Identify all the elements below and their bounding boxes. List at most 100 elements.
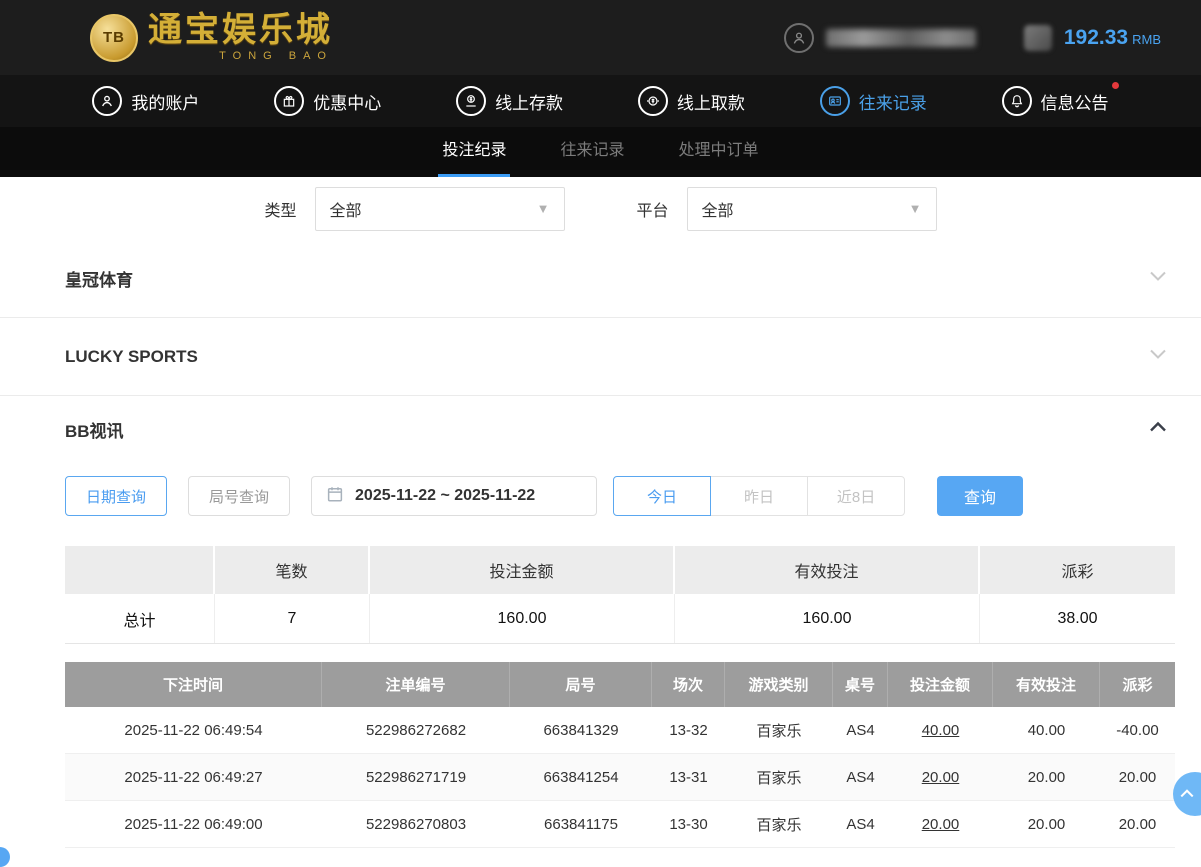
summary-total-row: 总计 7 160.00 160.00 38.00 [65,594,1175,643]
detail-header: 注单编号 [322,662,510,707]
nav-label: 我的账户 [131,89,199,114]
withdraw-icon [638,86,668,116]
game-type: 百家乐 [725,707,833,754]
bet-time: 2025-11-22 06:49:00 [65,801,322,848]
total-count: 7 [215,594,370,643]
logo-subtitle: TONG BAO [148,51,333,62]
tab-bet-records[interactable]: 投注纪录 [438,136,510,177]
main-nav: 我的账户 优惠中心 线上存款 线上取款 [0,75,1201,127]
date-query-button[interactable]: 日期查询 [65,476,167,516]
detail-header: 局号 [510,662,652,707]
user-icon [92,86,122,116]
platform-filter-select[interactable]: 全部 ▼ [687,187,937,231]
round-number: 663841175 [510,801,652,848]
nav-label: 优惠中心 [313,89,381,114]
nav-item-online-withdrawal[interactable]: 线上取款 [638,86,745,116]
chevron-up-icon [1147,416,1169,443]
bet-amount-link[interactable]: 20.00 [888,801,993,848]
type-filter-label: 类型 [264,197,296,221]
table-number: AS4 [833,801,888,848]
calendar-icon [326,485,344,508]
summary-header: 投注金额 [370,546,675,594]
table-number: AS4 [833,707,888,754]
wallet-balance[interactable]: 192.33RMB [1024,25,1161,51]
valid-bet: 20.00 [993,754,1100,801]
valid-bet: 20.00 [993,801,1100,848]
order-number: 522986272682 [322,707,510,754]
payout-cell: -40.00 [1100,707,1175,754]
notification-badge [1112,82,1119,89]
yesterday-button[interactable]: 昨日 [710,476,808,516]
session: 13-30 [652,801,725,848]
section-crown-sports[interactable]: 皇冠体育 [0,240,1201,318]
bell-icon [1002,86,1032,116]
deposit-icon [456,86,486,116]
payout-cell: 20.00 [1100,754,1175,801]
wallet-icon [1024,25,1052,51]
detail-header-row: 下注时间 注单编号 局号 场次 游戏类别 桌号 投注金额 有效投注 派彩 [65,662,1175,707]
game-type: 百家乐 [725,801,833,848]
nav-label: 线上存款 [495,89,563,114]
detail-header: 桌号 [833,662,888,707]
logo-title: 通宝娱乐城 [148,14,333,48]
round-number: 663841329 [510,707,652,754]
summary-header [65,546,215,594]
summary-header: 有效投注 [675,546,980,594]
date-range-picker[interactable]: 2025-11-22 ~ 2025-11-22 [311,476,597,516]
balance-currency: RMB [1132,32,1161,47]
record-subtabs: 投注纪录 往来记录 处理中订单 [0,127,1201,177]
nav-item-transaction-records[interactable]: 往来记录 [820,86,927,116]
chevron-down-icon: ▼ [909,201,922,216]
tab-processing-orders[interactable]: 处理中订单 [675,136,763,177]
site-logo[interactable]: TB 通宝娱乐城 TONG BAO [90,14,333,62]
nav-item-announcements[interactable]: 信息公告 [1002,86,1109,116]
chevron-down-icon [1147,265,1169,292]
search-button[interactable]: 查询 [937,476,1023,516]
bet-amount-link[interactable]: 20.00 [888,754,993,801]
tab-transaction-records[interactable]: 往来记录 [556,136,628,177]
detail-header: 派彩 [1100,662,1175,707]
query-bar: 日期查询 局号查询 2025-11-22 ~ 2025-11-22 今日 昨日 … [65,476,1201,516]
user-avatar-icon [784,23,814,53]
bet-time: 2025-11-22 06:49:27 [65,754,322,801]
user-account[interactable] [784,23,976,53]
nav-label: 线上取款 [677,89,745,114]
section-lucky-sports[interactable]: LUCKY SPORTS [0,318,1201,396]
date-range-value: 2025-11-22 ~ 2025-11-22 [355,487,535,505]
total-payout: 38.00 [980,594,1175,643]
table-row: 2025-11-22 06:49:00 522986270803 6638411… [65,801,1175,848]
topbar-right: 192.33RMB [784,23,1161,53]
total-label: 总计 [65,594,215,643]
logo-text: 通宝娱乐城 TONG BAO [148,14,333,62]
total-valid-bet: 160.00 [675,594,980,643]
today-button[interactable]: 今日 [613,476,711,516]
platform-filter-value: 全部 [702,197,734,221]
type-filter-select[interactable]: 全部 ▼ [315,187,565,231]
round-query-button[interactable]: 局号查询 [188,476,290,516]
round-number: 663841254 [510,754,652,801]
summary-header-row: 笔数 投注金额 有效投注 派彩 [65,546,1175,594]
username-blurred [826,29,976,47]
bet-detail-table: 下注时间 注单编号 局号 场次 游戏类别 桌号 投注金额 有效投注 派彩 202… [65,662,1175,848]
detail-header: 有效投注 [993,662,1100,707]
valid-bet: 40.00 [993,707,1100,754]
section-title: 皇冠体育 [65,266,133,291]
summary-table: 笔数 投注金额 有效投注 派彩 总计 7 160.00 160.00 38.00 [65,546,1175,644]
balance-amount: 192.33RMB [1064,26,1161,50]
session: 13-32 [652,707,725,754]
payout-cell: 20.00 [1100,801,1175,848]
bet-amount-link[interactable]: 40.00 [888,707,993,754]
records-icon [820,86,850,116]
nav-item-promotions[interactable]: 优惠中心 [274,86,381,116]
detail-header: 投注金额 [888,662,993,707]
nav-item-online-deposit[interactable]: 线上存款 [456,86,563,116]
scroll-to-top-button[interactable] [1173,772,1201,816]
last-8-days-button[interactable]: 近8日 [807,476,905,516]
order-number: 522986270803 [322,801,510,848]
nav-item-my-account[interactable]: 我的账户 [92,86,199,116]
gift-icon [274,86,304,116]
section-bb-video[interactable]: BB视讯 [0,396,1201,462]
game-type: 百家乐 [725,754,833,801]
corner-float-button[interactable] [0,847,10,867]
section-title: BB视讯 [65,417,124,442]
